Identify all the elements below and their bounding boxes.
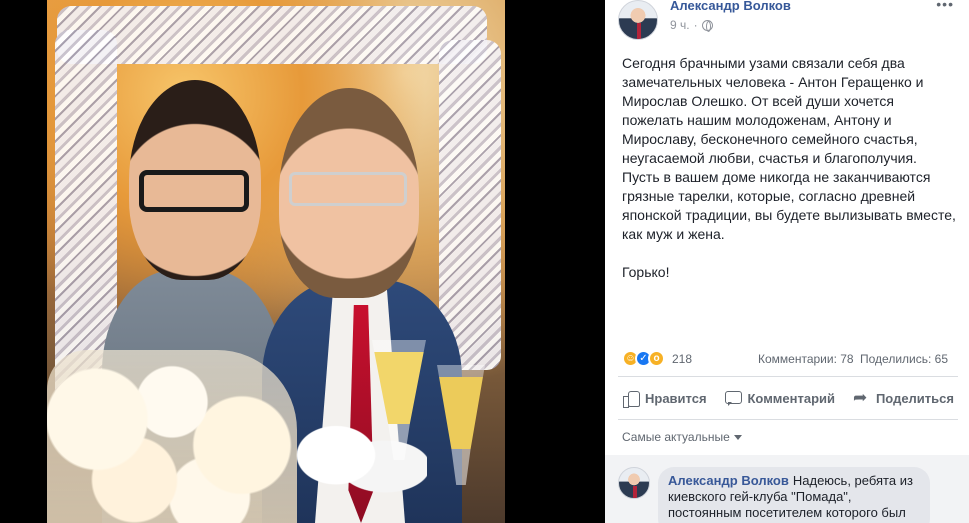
comment-label: Комментарий	[747, 390, 836, 406]
decorative-frame-top	[57, 6, 487, 64]
share-button[interactable]: Поделиться	[849, 388, 958, 408]
reactions-bar: ☺ ✓ o 218 Комментарии: 78 Поделились: 65	[622, 348, 958, 370]
decorative-frame-right	[439, 40, 501, 370]
divider	[618, 376, 958, 377]
comments-sort-dropdown[interactable]: Самые актуальные	[622, 430, 742, 444]
comments-area: Александр Волков Надеюсь, ребята из киевс…	[605, 455, 969, 523]
caret-down-icon	[733, 434, 742, 440]
commenter-name-link[interactable]: Александр Волков	[668, 473, 789, 488]
wow-icon[interactable]: o	[648, 350, 665, 367]
reaction-icons[interactable]: ☺ ✓ o	[622, 350, 665, 367]
globe-icon[interactable]	[701, 19, 713, 32]
share-label: Поделиться	[875, 390, 954, 406]
post-menu-icon[interactable]: •••	[936, 0, 954, 12]
comments-count-link[interactable]: Комментарии: 78	[758, 352, 854, 366]
thumb-up-icon	[622, 389, 640, 408]
divider	[618, 419, 958, 420]
comment-button[interactable]: Комментарий	[720, 389, 839, 407]
post-time-link[interactable]: 9 ч.	[670, 18, 690, 32]
photo-viewer[interactable]	[0, 0, 605, 523]
post-header: Александр Волков 9 ч. · •••	[618, 0, 958, 40]
post-text: Сегодня брачными узами связали себя два …	[622, 55, 956, 280]
commenter-avatar[interactable]	[618, 467, 650, 499]
separator-dot: ·	[693, 18, 698, 32]
glasses-right	[289, 172, 407, 206]
post-photo	[47, 0, 505, 523]
post-meta: 9 ч. ·	[670, 18, 713, 32]
glasses-left	[139, 170, 249, 212]
comment-icon	[724, 389, 743, 407]
post-panel: Александр Волков 9 ч. · ••• Сегодня брач…	[605, 0, 969, 523]
like-button[interactable]: Нравится	[618, 389, 711, 408]
like-label: Нравится	[645, 390, 707, 406]
actions-bar: Нравится Комментарий Поделиться	[618, 383, 958, 413]
shares-count-link[interactable]: Поделились: 65	[860, 352, 948, 366]
share-icon	[853, 388, 871, 408]
reaction-count[interactable]: 218	[672, 352, 692, 366]
comment-bubble: Александр Волков Надеюсь, ребята из киевс…	[658, 467, 930, 523]
sort-label: Самые актуальные	[622, 430, 730, 444]
author-avatar[interactable]	[618, 0, 658, 40]
author-name-link[interactable]: Александр Волков	[670, 0, 791, 13]
roses-bouquet	[47, 350, 297, 523]
